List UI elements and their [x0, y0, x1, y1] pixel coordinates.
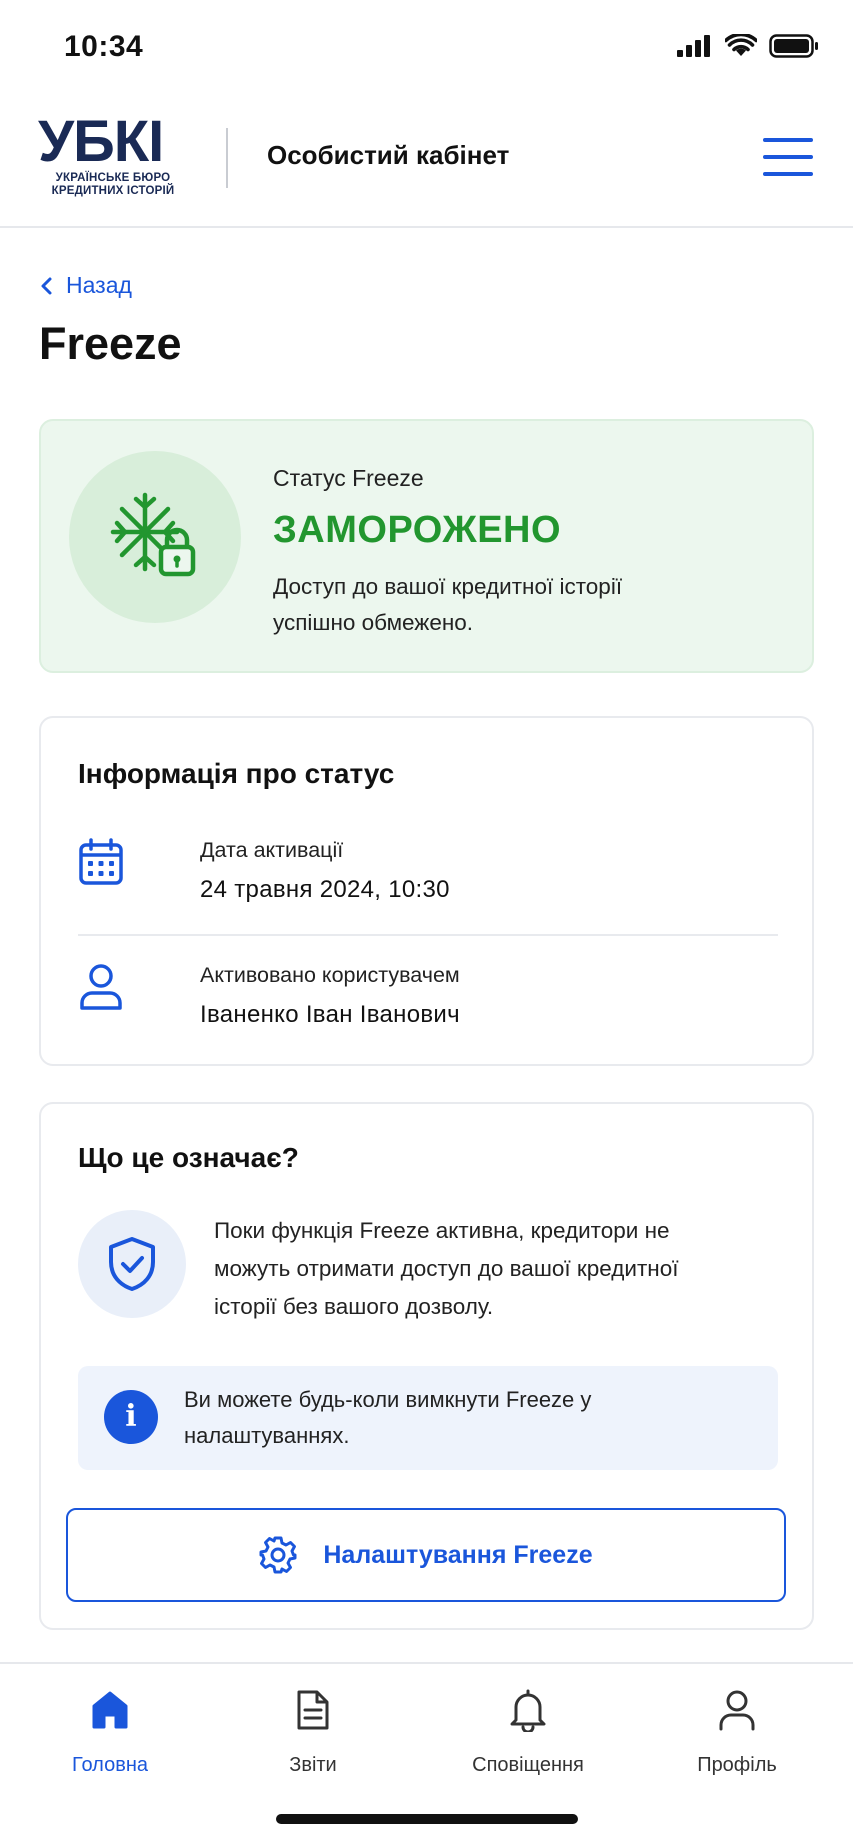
activated-by-value: Іваненко Іван Іванович — [200, 1001, 460, 1028]
shield-icon-circle — [78, 1210, 186, 1318]
notice-text: Ви можете будь-коли вимкнути Freeze у на… — [184, 1387, 592, 1448]
ubki-logo[interactable]: УБКІ УКРАЇНСЬКЕ БЮРО КРЕДИТНИХ ІСТОРІЙ — [38, 109, 188, 198]
bell-icon — [510, 1689, 546, 1732]
wifi-icon — [725, 34, 757, 56]
activated-by-row: Активовано користувачем Іваненко Іван Ів… — [78, 963, 778, 1053]
activated-by-label: Активовано користувачем — [200, 963, 460, 987]
what-it-means-card: Що це означає? Поки функція Freeze актив… — [39, 1102, 814, 1630]
tab-home[interactable]: Головна — [25, 1684, 195, 1777]
freeze-status-screen: 10:34 УБКІ УКРАЇНСЬКЕ БЮРО КРЕДИТНИХ ІСТ… — [0, 0, 853, 1844]
home-icon — [92, 1691, 128, 1729]
hamburger-menu-icon[interactable] — [763, 138, 813, 178]
chevron-left-icon — [41, 277, 52, 294]
snowflake-lock-icon — [110, 492, 196, 577]
status-icon-circle — [69, 451, 241, 623]
logo-subtitle-line1: УКРАЇНСЬКЕ БЮРО — [55, 172, 171, 184]
tab-profile[interactable]: Профіль — [652, 1684, 822, 1777]
gear-icon — [259, 1536, 297, 1574]
user-icon — [80, 964, 122, 1010]
freeze-settings-button[interactable]: Налаштування Freeze — [66, 1508, 786, 1602]
status-value: ЗАМОРОЖЕНО — [273, 509, 562, 551]
status-icons — [677, 34, 819, 58]
logo-wordmark: УБКІ — [38, 109, 164, 174]
status-bar: 10:34 — [0, 0, 853, 98]
tab-home-label: Головна — [72, 1754, 148, 1776]
battery-icon — [769, 34, 818, 58]
freeze-settings-label: Налаштування Freeze — [323, 1540, 593, 1569]
tab-reports[interactable]: Звіти — [228, 1684, 398, 1777]
status-time: 10:34 — [64, 30, 144, 63]
profile-icon — [719, 1690, 755, 1731]
info-divider — [78, 934, 778, 936]
shield-check-icon — [109, 1237, 155, 1291]
tab-notifications[interactable]: Сповіщення — [443, 1684, 613, 1777]
info-notice: i Ви можете будь-коли вимкнути Freeze у … — [78, 1366, 778, 1470]
page-title: Freeze — [39, 318, 182, 369]
what-card-title: Що це означає? — [78, 1142, 299, 1173]
info-icon: i — [104, 1390, 158, 1444]
activation-date-row: Дата активації 24 травня 2024, 10:30 — [78, 838, 778, 928]
app-header: УБКІ УКРАЇНСЬКЕ БЮРО КРЕДИТНИХ ІСТОРІЙ О… — [0, 98, 853, 228]
calendar-icon — [79, 838, 123, 885]
info-card-title: Інформація про статус — [78, 758, 395, 789]
tab-notifications-label: Сповіщення — [472, 1754, 584, 1776]
status-description: Доступ до вашої кредитної історії успішн… — [273, 574, 623, 635]
logo-subtitle-line2: КРЕДИТНИХ ІСТОРІЙ — [51, 185, 175, 197]
document-icon — [297, 1690, 329, 1730]
back-label: Назад — [66, 272, 132, 298]
header-divider — [226, 128, 228, 188]
status-info-card: Інформація про статус Дата активації 24 … — [39, 716, 814, 1066]
tab-reports-label: Звіти — [289, 1754, 337, 1776]
header-title: Особистий кабінет — [267, 140, 510, 170]
what-description: Поки функція Freeze активна, кредитори н… — [214, 1218, 679, 1319]
activation-date-value: 24 травня 2024, 10:30 — [200, 876, 450, 903]
back-link[interactable]: Назад — [40, 272, 132, 299]
home-indicator[interactable] — [276, 1814, 578, 1824]
freeze-status-card: Статус Freeze ЗАМОРОЖЕНО Доступ до вашої… — [39, 419, 814, 673]
activation-date-label: Дата активації — [200, 838, 344, 862]
tab-profile-label: Профіль — [697, 1754, 777, 1776]
signal-icon — [677, 35, 710, 57]
status-label: Статус Freeze — [273, 465, 424, 491]
